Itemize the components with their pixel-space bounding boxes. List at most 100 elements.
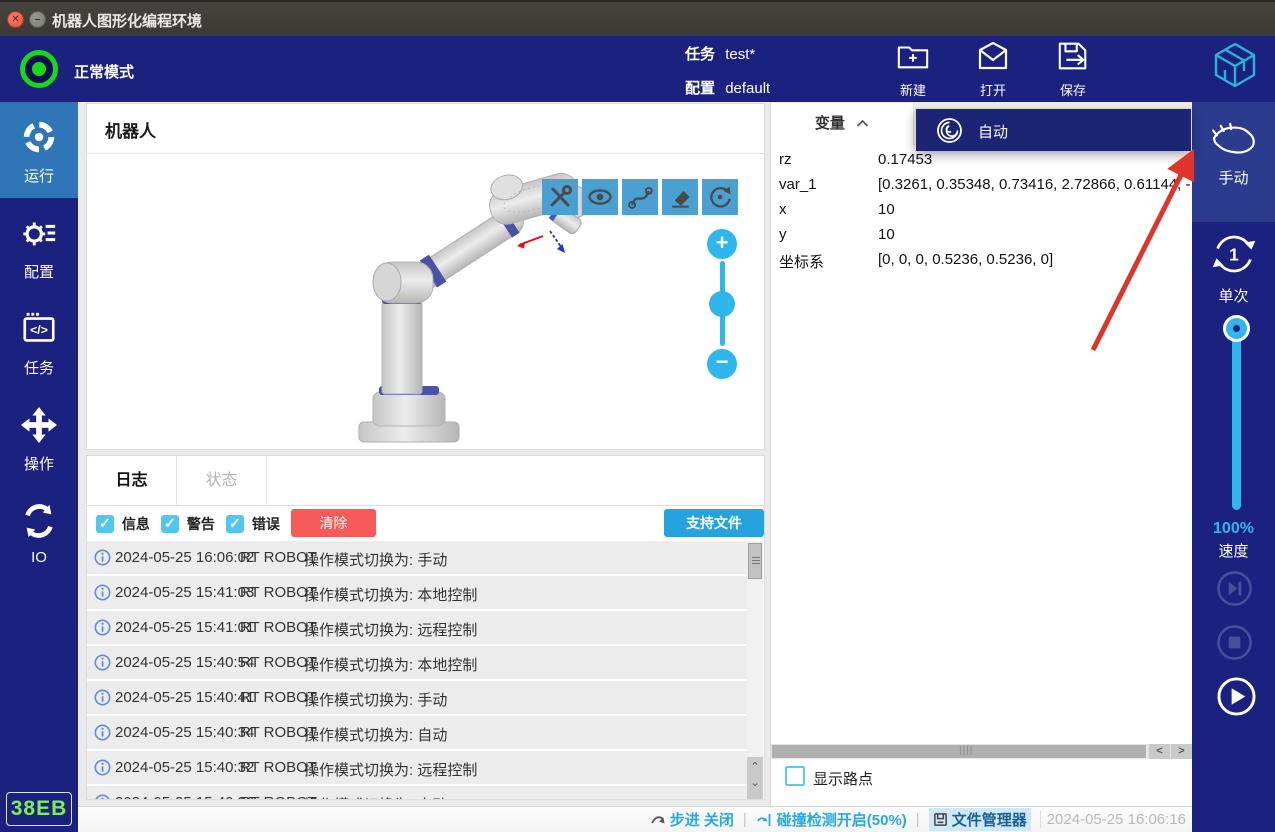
svg-text:1: 1 bbox=[1229, 245, 1239, 265]
log-vertical-scrollbar[interactable]: ⌃ ⌄ bbox=[747, 541, 763, 799]
view-rotate-button[interactable] bbox=[702, 179, 738, 215]
eye-icon bbox=[586, 183, 614, 211]
info-checkbox[interactable] bbox=[96, 515, 114, 533]
sidebar-item-operate[interactable]: 操作 bbox=[0, 390, 78, 486]
sidebar-item-run[interactable]: 运行 bbox=[0, 102, 78, 198]
log-row[interactable]: 2024-05-25 16:06:02 RT ROBOT 操作模式切换为: 手动 bbox=[87, 541, 747, 574]
log-time: 2024-05-25 16:06:02 bbox=[115, 549, 254, 566]
info-icon bbox=[94, 584, 111, 605]
sidebar-item-task[interactable]: </> 任务 bbox=[0, 294, 78, 390]
sidebar-item-config[interactable]: 配置 bbox=[0, 198, 78, 294]
app-header: 正常模式 任务 test* 配置 default 新建 bbox=[0, 36, 1275, 102]
step-status-label: 步进 关闭 bbox=[670, 809, 734, 830]
status-bar: 步进 关闭 | 碰撞检测开启(50%) | 文件管理器 bbox=[78, 806, 1192, 832]
open-label: 打开 bbox=[962, 80, 1024, 99]
manual-mode-label: 手动 bbox=[1192, 167, 1275, 188]
log-time: 2024-05-25 15:41:01 bbox=[115, 619, 254, 636]
show-waypoints-label: 显示路点 bbox=[813, 768, 873, 789]
support-files-button[interactable]: 支持文件 bbox=[664, 509, 764, 537]
log-row[interactable]: 2024-05-25 15:40:41 RT ROBOT 操作模式切换为: 手动 bbox=[87, 681, 747, 714]
minimize-icon[interactable] bbox=[29, 11, 46, 28]
tab-status[interactable]: 状态 bbox=[177, 456, 267, 506]
scroll-buttons[interactable]: ⌃ ⌄ bbox=[747, 757, 763, 799]
speed-value: 100% bbox=[1192, 520, 1275, 538]
sidebar-item-label: 运行 bbox=[0, 165, 78, 186]
scroll-right-icon[interactable]: > bbox=[1171, 744, 1192, 759]
dropdown-option-label: 自动 bbox=[978, 121, 1008, 142]
collision-status-label: 碰撞检测开启(50%) bbox=[777, 809, 907, 830]
task-value: test* bbox=[725, 46, 755, 63]
scrollbar-thumb[interactable] bbox=[748, 543, 762, 579]
filter-info-label: 信息 bbox=[122, 516, 150, 532]
view-visibility-button[interactable] bbox=[582, 179, 618, 215]
step-status[interactable]: 步进 关闭 bbox=[650, 809, 734, 830]
zoom-in-button[interactable]: + bbox=[707, 229, 737, 259]
open-icon bbox=[976, 40, 1010, 72]
step-forward-button[interactable] bbox=[1216, 570, 1253, 607]
scrollbar-thumb[interactable] bbox=[772, 745, 1146, 758]
window-title: 机器人图形化编程环境 bbox=[52, 10, 202, 31]
variable-row[interactable]: y 10 bbox=[771, 223, 1192, 248]
sidebar-item-io[interactable]: IO bbox=[0, 486, 78, 582]
hand-icon bbox=[1209, 122, 1259, 160]
brand-logo-icon bbox=[1212, 42, 1258, 88]
view-eraser-button[interactable] bbox=[662, 179, 698, 215]
open-button[interactable]: 打开 bbox=[962, 40, 1024, 99]
stop-button[interactable] bbox=[1216, 624, 1253, 661]
filter-error-label: 错误 bbox=[252, 516, 280, 532]
log-row[interactable]: 2024-05-25 15:40:54 RT ROBOT 操作模式切换为: 本地… bbox=[87, 646, 747, 679]
chevron-up-icon bbox=[856, 119, 869, 128]
variable-row[interactable]: x 10 bbox=[771, 198, 1192, 223]
scroll-left-icon[interactable]: < bbox=[1149, 744, 1170, 759]
variables-horizontal-scrollbar[interactable] bbox=[771, 744, 1193, 759]
rotate-icon bbox=[706, 183, 734, 211]
mode-indicator-icon bbox=[20, 50, 58, 88]
separator: | bbox=[916, 811, 920, 828]
speed-label: 速度 bbox=[1192, 540, 1275, 561]
robot-panel: 机器人 bbox=[86, 103, 765, 450]
collision-status[interactable]: 碰撞检测开启(50%) bbox=[756, 809, 907, 830]
view-path-button[interactable] bbox=[622, 179, 658, 215]
view-tools-button[interactable] bbox=[542, 179, 578, 215]
window-titlebar: 机器人图形化编程环境 bbox=[0, 0, 1275, 36]
variable-row[interactable]: rz 0.17453 bbox=[771, 148, 1192, 173]
error-checkbox[interactable] bbox=[226, 515, 244, 533]
tab-log[interactable]: 日志 bbox=[87, 456, 177, 506]
speed-slider-handle[interactable] bbox=[1223, 315, 1250, 342]
variables-tab[interactable]: 变量 bbox=[771, 103, 914, 145]
warning-checkbox[interactable] bbox=[161, 515, 179, 533]
speed-slider-track[interactable] bbox=[1232, 330, 1241, 510]
single-run-button[interactable]: 1 单次 bbox=[1192, 222, 1275, 318]
status-badge: 38EB bbox=[6, 792, 72, 826]
show-waypoints-checkbox[interactable] bbox=[785, 766, 805, 786]
zoom-slider-handle[interactable] bbox=[709, 291, 735, 317]
mode-dropdown-option-auto[interactable]: 自动 bbox=[915, 108, 1192, 151]
log-row[interactable]: 2024-05-25 15:40:34 RT ROBOT 操作模式切换为: 自动 bbox=[87, 716, 747, 749]
variable-row[interactable]: 坐标系 [0, 0, 0, 0.5236, 0.5236, 0] bbox=[771, 248, 1192, 273]
new-task-button[interactable]: 新建 bbox=[882, 40, 944, 99]
config-label: 配置 bbox=[685, 80, 715, 97]
filter-error: 错误 bbox=[226, 514, 280, 534]
log-message: 操作模式切换为: 本地控制 bbox=[304, 654, 477, 675]
auto-spiral-icon bbox=[936, 117, 963, 144]
separator: | bbox=[743, 811, 747, 828]
play-button[interactable] bbox=[1216, 676, 1257, 717]
log-message: 操作模式切换为: 自动 bbox=[304, 724, 447, 745]
save-icon bbox=[1056, 40, 1090, 72]
file-manager-button[interactable]: 文件管理器 bbox=[929, 808, 1031, 831]
log-list: 2024-05-25 16:06:02 RT ROBOT 操作模式切换为: 手动… bbox=[87, 541, 747, 800]
save-button[interactable]: 保存 bbox=[1042, 40, 1104, 99]
log-row[interactable]: 2024-05-25 15:41:03 RT ROBOT 操作模式切换为: 本地… bbox=[87, 576, 747, 609]
zoom-out-button[interactable]: − bbox=[707, 349, 737, 379]
info-icon bbox=[94, 759, 111, 780]
scroll-down-icon[interactable]: ⌄ bbox=[747, 773, 763, 793]
close-icon[interactable] bbox=[7, 11, 24, 28]
clear-button[interactable]: 清除 bbox=[291, 509, 376, 537]
variable-name: x bbox=[779, 201, 787, 218]
log-row[interactable]: 2024-05-25 15:40:30 RT ROBOT 操作模式切换为: 自动 bbox=[87, 786, 747, 800]
manual-mode-button[interactable]: 手动 bbox=[1192, 102, 1275, 222]
log-row[interactable]: 2024-05-25 15:41:01 RT ROBOT 操作模式切换为: 远程… bbox=[87, 611, 747, 644]
log-message: 操作模式切换为: 本地控制 bbox=[304, 584, 477, 605]
log-row[interactable]: 2024-05-25 15:40:32 RT ROBOT 操作模式切换为: 远程… bbox=[87, 751, 747, 784]
variable-row[interactable]: var_1 [0.3261, 0.35348, 0.73416, 2.72866… bbox=[771, 173, 1192, 198]
